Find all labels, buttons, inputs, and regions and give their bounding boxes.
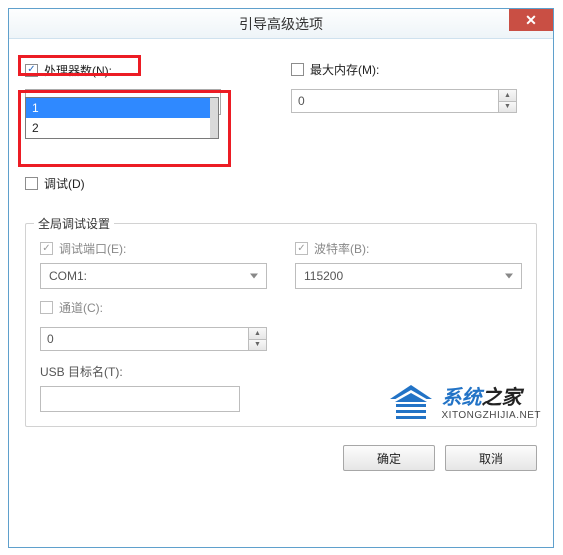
spinner-down-button[interactable]: ▼ — [249, 339, 266, 351]
checkbox-box — [291, 63, 304, 76]
max-memory-label: 最大内存(M): — [310, 61, 379, 78]
channel-spinner: ▲ ▼ — [40, 327, 267, 351]
baud-rate-label: 波特率(B): — [314, 240, 369, 257]
checkbox-box: ✓ — [295, 242, 308, 255]
usb-target-label: USB 目标名(T): — [40, 363, 522, 380]
debug-port-label: 调试端口(E): — [59, 240, 126, 257]
chevron-down-icon — [250, 274, 258, 279]
dialog-body: ✓ 处理器数(N): 1 1 2 最大内存(M): — [9, 39, 553, 485]
watermark: 系统之家 XITONGZHIJIA.NET — [388, 385, 542, 423]
spinner-up-button[interactable]: ▲ — [249, 328, 266, 339]
debug-checkbox[interactable]: 调试(D) — [25, 175, 85, 192]
chevron-down-icon — [505, 274, 513, 279]
watermark-sub: XITONGZHIJIA.NET — [442, 410, 542, 422]
spinner-buttons: ▲ ▼ — [499, 89, 517, 113]
max-memory-checkbox[interactable]: 最大内存(M): — [291, 61, 379, 78]
window-title: 引导高级选项 — [9, 14, 553, 34]
check-icon: ✓ — [297, 244, 305, 254]
channel-input[interactable] — [40, 327, 249, 351]
dialog-window: 引导高级选项 ✕ ✓ 处理器数(N): 1 1 2 — [8, 8, 554, 548]
debug-port-value: COM1: — [49, 269, 87, 283]
titlebar: 引导高级选项 ✕ — [9, 9, 553, 39]
check-icon: ✓ — [27, 65, 35, 75]
baud-rate-checkbox[interactable]: ✓ 波特率(B): — [295, 240, 369, 257]
processor-count-checkbox[interactable]: ✓ 处理器数(N): — [25, 62, 112, 79]
close-button[interactable]: ✕ — [509, 9, 553, 31]
spinner-buttons: ▲ ▼ — [249, 327, 267, 351]
cancel-button[interactable]: 取消 — [445, 445, 537, 471]
baud-rate-value: 115200 — [304, 269, 343, 283]
ok-button[interactable]: 确定 — [343, 445, 435, 471]
processor-count-label: 处理器数(N): — [44, 62, 112, 79]
processor-option-1[interactable]: 1 — [26, 98, 218, 118]
processor-count-dropdown: 1 2 — [25, 97, 219, 139]
checkbox-box — [25, 177, 38, 190]
spinner-up-button[interactable]: ▲ — [499, 90, 516, 101]
checkbox-box: ✓ — [25, 64, 38, 77]
house-icon — [388, 385, 434, 423]
max-memory-spinner: ▲ ▼ — [291, 89, 517, 113]
check-icon: ✓ — [42, 244, 50, 254]
checkbox-box — [40, 301, 53, 314]
channel-label: 通道(C): — [59, 299, 103, 316]
processor-option-2[interactable]: 2 — [26, 118, 218, 138]
channel-checkbox[interactable]: 通道(C): — [40, 299, 103, 316]
max-memory-input[interactable] — [291, 89, 499, 113]
checkbox-box: ✓ — [40, 242, 53, 255]
usb-target-input[interactable] — [40, 386, 240, 412]
baud-rate-select[interactable]: 115200 — [295, 263, 522, 289]
watermark-title: 系统之家 — [442, 387, 542, 410]
debug-port-select[interactable]: COM1: — [40, 263, 267, 289]
close-icon: ✕ — [525, 12, 537, 29]
group-legend: 全局调试设置 — [34, 215, 114, 232]
button-bar: 确定 取消 — [25, 445, 537, 471]
spinner-down-button[interactable]: ▼ — [499, 101, 516, 113]
debug-port-checkbox[interactable]: ✓ 调试端口(E): — [40, 240, 126, 257]
debug-label: 调试(D) — [44, 175, 85, 192]
